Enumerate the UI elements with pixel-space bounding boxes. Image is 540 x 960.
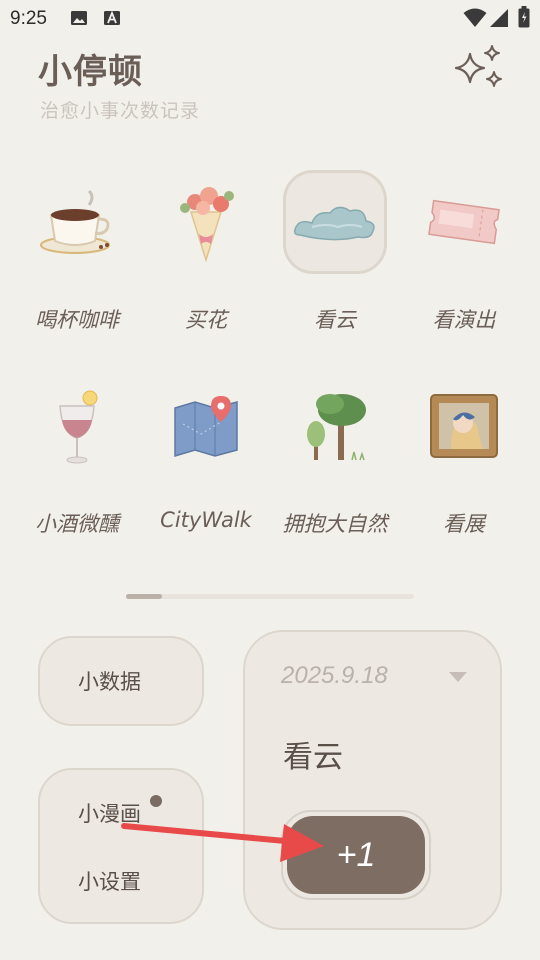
- activity-label: 看展: [443, 512, 485, 536]
- activity-icon-box: [154, 170, 258, 274]
- activity-citywalk[interactable]: CityWalk: [141, 374, 261, 574]
- cocktail-glass-icon: [59, 390, 98, 464]
- app-subtitle: 治愈小事次数记录: [40, 100, 201, 122]
- activity-icon-box: [25, 170, 129, 274]
- flower-bouquet-icon: [180, 187, 234, 262]
- activity-icon-box: [25, 374, 129, 478]
- ticket-icon: [428, 199, 500, 245]
- activity-icon-box: [412, 374, 516, 478]
- battery-icon: [518, 6, 530, 28]
- coffee-cup-icon: [40, 189, 110, 254]
- activity-icon-box-selected: [283, 170, 387, 274]
- page-indicator-track: [126, 594, 414, 599]
- activity-icon-box: [154, 374, 258, 478]
- activity-clouds[interactable]: 看云: [270, 170, 390, 370]
- text-notification-icon: [104, 10, 120, 25]
- annotation-arrow-icon: [121, 823, 324, 862]
- framed-painting-icon: [430, 394, 498, 458]
- cloud-icon: [293, 206, 375, 241]
- app-title: 小停顿: [38, 52, 143, 92]
- status-time: 9:25: [10, 8, 47, 29]
- activity-icon-box: [412, 170, 516, 274]
- activity-label: 小酒微醺: [35, 512, 119, 536]
- activity-label: 买花: [185, 308, 227, 332]
- status-bar: 9:25: [0, 0, 540, 36]
- activity-show[interactable]: 看演出: [399, 170, 519, 370]
- activity-coffee[interactable]: 喝杯咖啡: [12, 170, 132, 370]
- new-indicator-dot: [150, 795, 162, 807]
- signal-icon: [490, 9, 508, 27]
- dropdown-caret-icon[interactable]: [449, 672, 467, 682]
- activity-label: 拥抱大自然: [282, 512, 388, 536]
- image-notification-icon: [71, 11, 87, 25]
- wifi-icon: [463, 8, 487, 27]
- trees-icon: [307, 394, 366, 461]
- record-date[interactable]: 2025.9.18: [281, 662, 388, 690]
- data-card-button[interactable]: 小数据: [38, 636, 204, 726]
- settings-menu-item[interactable]: 小设置: [78, 866, 141, 896]
- activity-label: 喝杯咖啡: [35, 308, 119, 332]
- activity-icon-box: [283, 374, 387, 478]
- sparkle-icon[interactable]: [454, 44, 506, 92]
- data-card-label: 小数据: [78, 670, 141, 694]
- activity-label: 看演出: [432, 308, 496, 332]
- activity-label: CityWalk: [160, 508, 252, 532]
- page-indicator-thumb: [126, 594, 162, 599]
- activity-label: 看云: [314, 308, 356, 332]
- map-pin-icon: [174, 396, 238, 458]
- activity-flowers[interactable]: 买花: [141, 170, 261, 370]
- activity-nature[interactable]: 拥抱大自然: [270, 374, 390, 574]
- activity-drinks[interactable]: 小酒微醺: [12, 374, 132, 574]
- activity-exhibition[interactable]: 看展: [399, 374, 519, 574]
- record-activity-name: 看云: [283, 740, 343, 775]
